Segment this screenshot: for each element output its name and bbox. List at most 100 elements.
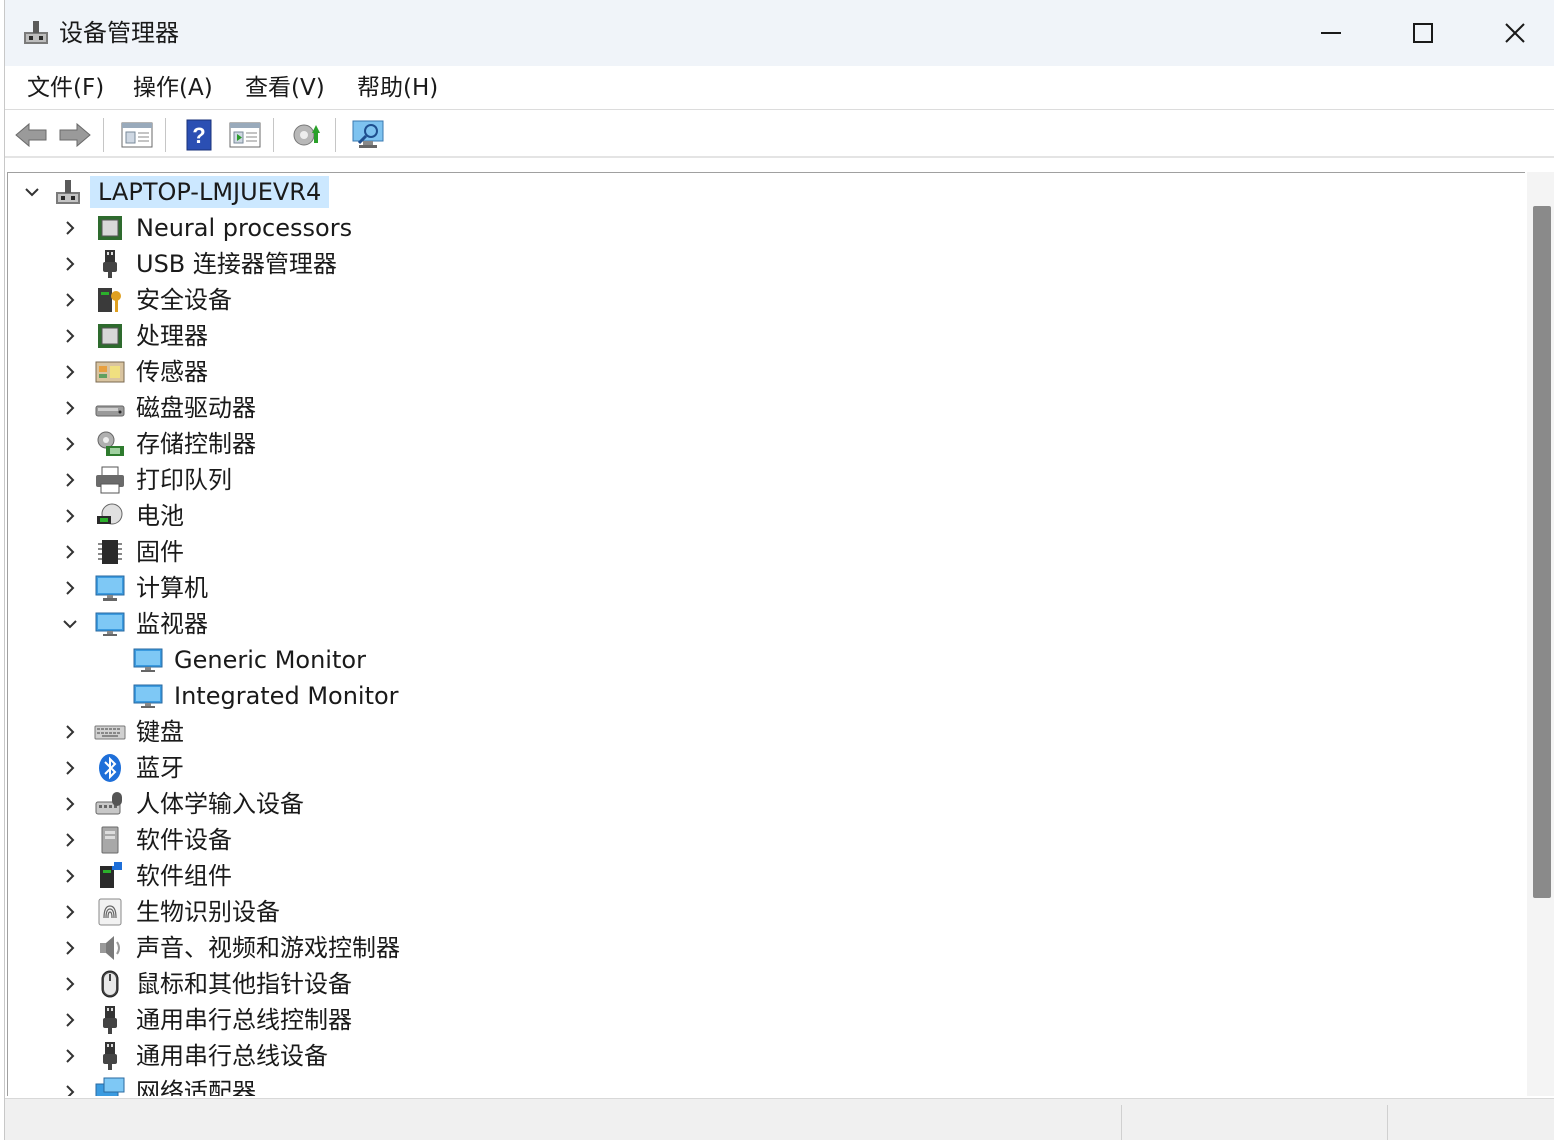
forward-button[interactable] [57, 118, 93, 152]
chevron-right-icon[interactable] [60, 794, 80, 814]
scrollbar-thumb[interactable] [1533, 206, 1551, 898]
tree-item-label: 传感器 [136, 358, 208, 386]
monitor-icon [132, 680, 164, 712]
update-driver-button[interactable] [227, 118, 263, 152]
chevron-down-icon[interactable] [60, 614, 80, 634]
chevron-right-icon[interactable] [60, 1046, 80, 1066]
chevron-right-icon[interactable] [60, 1082, 80, 1096]
menu-action[interactable]: 操作(A) [131, 72, 215, 104]
tree-item-label: 通用串行总线设备 [136, 1042, 328, 1070]
chevron-right-icon[interactable] [60, 578, 80, 598]
tree-child-label: Integrated Monitor [174, 682, 399, 710]
menu-view[interactable]: 查看(V) [243, 72, 327, 104]
properties-button[interactable] [119, 118, 155, 152]
tree-root[interactable]: LAPTOP-LMJUEVR4 [8, 174, 408, 210]
chevron-right-icon[interactable] [60, 362, 80, 382]
tree-item-label: 处理器 [136, 322, 208, 350]
svg-text:?: ? [192, 123, 205, 148]
chevron-right-icon[interactable] [60, 866, 80, 886]
tree-item-10[interactable]: 计算机 [8, 570, 908, 606]
tree-item-4[interactable]: 传感器 [8, 354, 908, 390]
tree-item-15[interactable]: 软件设备 [8, 822, 908, 858]
menu-file[interactable]: 文件(F) [25, 72, 106, 104]
vertical-scrollbar[interactable] [1527, 172, 1554, 1096]
help-icon: ? [186, 119, 212, 151]
tree-item-label: Neural processors [136, 214, 353, 242]
tree-item-19[interactable]: 鼠标和其他指针设备 [8, 966, 908, 1002]
status-separator [1121, 1105, 1122, 1140]
chevron-right-icon[interactable] [60, 758, 80, 778]
tree-item-label: USB 连接器管理器 [136, 250, 337, 278]
scan-hardware-icon [352, 120, 384, 148]
computer-tower-icon [52, 176, 84, 208]
uninstall-device-icon [293, 124, 320, 146]
security-key-icon [94, 284, 126, 316]
tree-root-label: LAPTOP-LMJUEVR4 [90, 176, 330, 208]
monitor-icon [132, 644, 164, 676]
tree-item-1[interactable]: USB 连接器管理器 [8, 246, 908, 282]
chevron-right-icon[interactable] [60, 326, 80, 346]
tree-item-2[interactable]: 安全设备 [8, 282, 908, 318]
chevron-right-icon[interactable] [60, 218, 80, 238]
tree-item-label: 声音、视频和游戏控制器 [136, 934, 400, 962]
tree-item-14[interactable]: 人体学输入设备 [8, 786, 908, 822]
chevron-right-icon[interactable] [60, 974, 80, 994]
chevron-right-icon[interactable] [60, 542, 80, 562]
chevron-right-icon[interactable] [60, 470, 80, 490]
sensor-icon [94, 356, 126, 388]
chevron-right-icon[interactable] [60, 1010, 80, 1030]
tree-item-9[interactable]: 固件 [8, 534, 908, 570]
window-title: 设备管理器 [59, 19, 179, 47]
help-button[interactable]: ? [181, 118, 217, 152]
tree-child-item[interactable]: Generic Monitor [8, 642, 908, 678]
update-driver-icon [229, 122, 261, 148]
back-button[interactable] [13, 118, 49, 152]
forward-arrow-icon [59, 122, 91, 148]
keyboard-icon [94, 716, 126, 748]
software-component-icon [94, 860, 126, 892]
chevron-right-icon[interactable] [60, 434, 80, 454]
close-button[interactable] [1469, 0, 1554, 66]
chevron-right-icon[interactable] [60, 830, 80, 850]
tree-item-21[interactable]: 通用串行总线设备 [8, 1038, 908, 1074]
tree-item-13[interactable]: 蓝牙 [8, 750, 908, 786]
tree-item-label: 电池 [136, 502, 184, 530]
tree-item-7[interactable]: 打印队列 [8, 462, 908, 498]
chevron-right-icon[interactable] [60, 506, 80, 526]
back-arrow-icon [15, 122, 47, 148]
chevron-down-icon[interactable] [22, 182, 42, 202]
tree-item-22[interactable]: 网络适配器 [8, 1074, 908, 1096]
bluetooth-icon [94, 752, 126, 784]
hid-icon [94, 788, 126, 820]
scan-hardware-button[interactable] [351, 118, 387, 152]
tree-item-5[interactable]: 磁盘驱动器 [8, 390, 908, 426]
chevron-right-icon[interactable] [60, 902, 80, 922]
uninstall-device-button[interactable] [289, 118, 325, 152]
usb-plug-icon [94, 1040, 126, 1072]
toolbar-separator [103, 118, 104, 152]
tree-item-8[interactable]: 电池 [8, 498, 908, 534]
computer-monitor-icon [94, 572, 126, 604]
tree-item-label: 软件设备 [136, 826, 232, 854]
tree-item-18[interactable]: 声音、视频和游戏控制器 [8, 930, 908, 966]
tree-item-17[interactable]: 生物识别设备 [8, 894, 908, 930]
menu-help[interactable]: 帮助(H) [355, 72, 440, 104]
tree-item-label: 鼠标和其他指针设备 [136, 970, 352, 998]
tree-item-label: 蓝牙 [136, 754, 184, 782]
tree-item-11[interactable]: 监视器 [8, 606, 908, 642]
tree-item-3[interactable]: 处理器 [8, 318, 908, 354]
tree-item-20[interactable]: 通用串行总线控制器 [8, 1002, 908, 1038]
tree-child-item[interactable]: Integrated Monitor [8, 678, 908, 714]
minimize-button[interactable] [1285, 0, 1377, 66]
chevron-right-icon[interactable] [60, 398, 80, 418]
maximize-button[interactable] [1377, 0, 1469, 66]
chevron-right-icon[interactable] [60, 290, 80, 310]
tree-item-16[interactable]: 软件组件 [8, 858, 908, 894]
tree-item-12[interactable]: 键盘 [8, 714, 908, 750]
tree-item-6[interactable]: 存储控制器 [8, 426, 908, 462]
chevron-right-icon[interactable] [60, 722, 80, 742]
processor-icon [94, 212, 126, 244]
chevron-right-icon[interactable] [60, 254, 80, 274]
tree-item-0[interactable]: Neural processors [8, 210, 908, 246]
chevron-right-icon[interactable] [60, 938, 80, 958]
